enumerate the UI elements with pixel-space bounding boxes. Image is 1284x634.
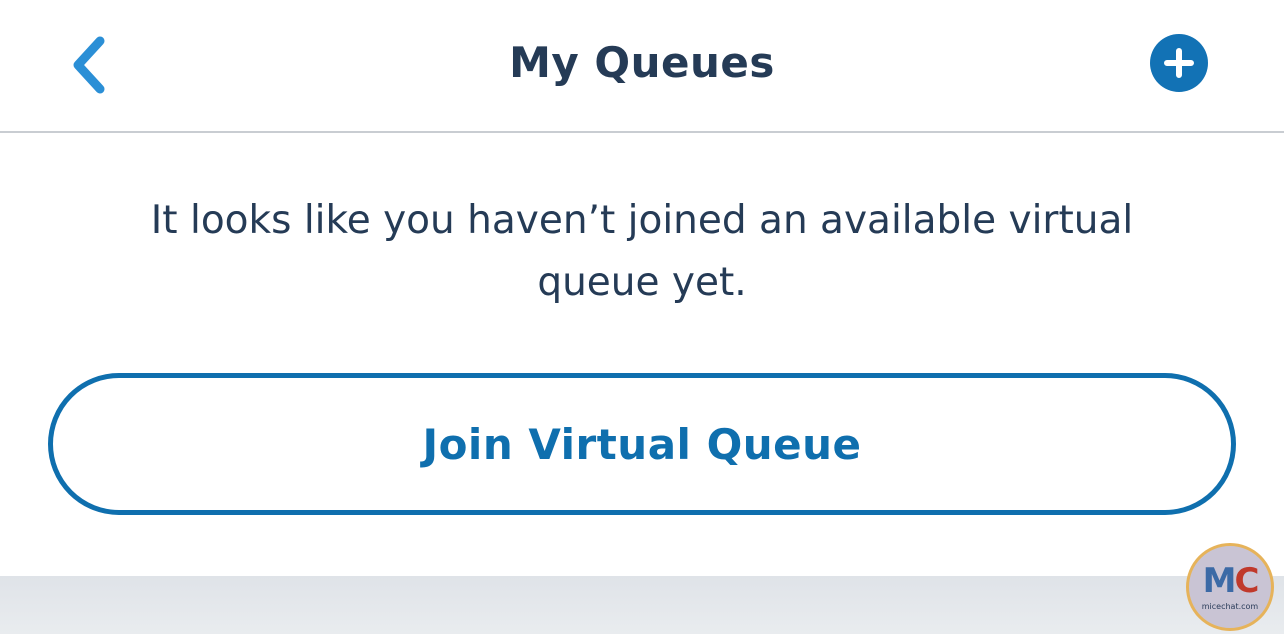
add-queue-button[interactable] (1150, 34, 1208, 92)
plus-icon (1164, 48, 1194, 78)
watermark-logo-m: M (1202, 560, 1237, 601)
page-title: My Queues (509, 38, 775, 87)
micechat-watermark-logo: MC micechat.com (1186, 543, 1274, 631)
my-queues-screen: My Queues It looks like you haven’t join… (0, 0, 1284, 634)
empty-state-message: It looks like you haven’t joined an avai… (150, 198, 1134, 305)
join-button-label: Join Virtual Queue (422, 419, 862, 469)
watermark-site-text: micechat.com (1201, 601, 1259, 611)
watermark-logo-c: C (1234, 560, 1259, 601)
footer-area (0, 576, 1284, 634)
join-virtual-queue-button[interactable]: Join Virtual Queue (48, 373, 1236, 515)
navigation-bar: My Queues (0, 0, 1284, 133)
watermark-logo-text: MC (1202, 560, 1260, 601)
